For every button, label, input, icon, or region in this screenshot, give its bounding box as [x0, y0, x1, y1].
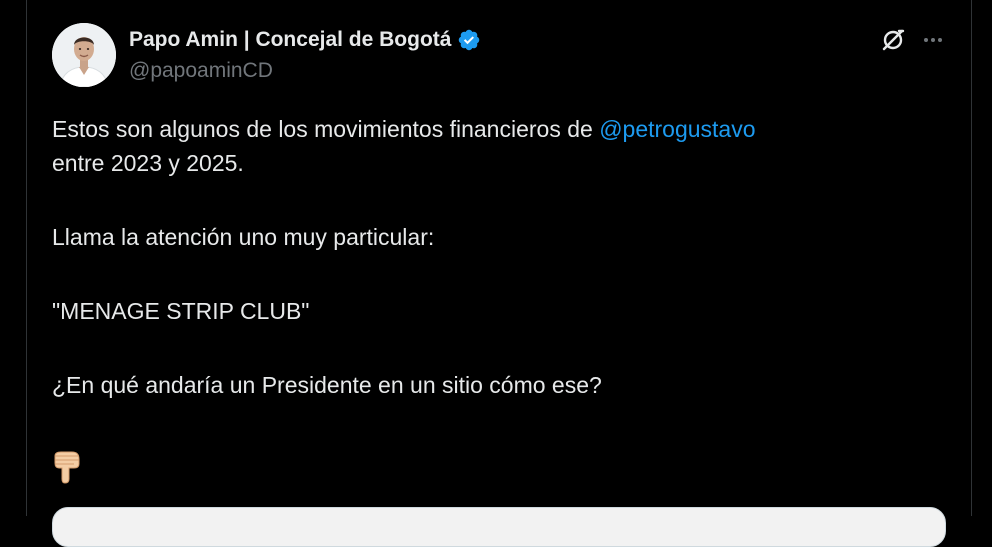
- mention-link[interactable]: @petrogustavo: [599, 116, 755, 142]
- more-options-icon[interactable]: [920, 27, 946, 53]
- text-line-2: entre 2023 y 2025.: [52, 150, 244, 176]
- profile-photo-icon: [52, 23, 116, 87]
- author-name-row[interactable]: Papo Amin | Concejal de Bogotá: [129, 27, 481, 53]
- tweet-paragraph-3: "MENAGE STRIP CLUB": [52, 298, 310, 324]
- tweet-paragraph-4: ¿En qué andaría un Presidente en un siti…: [52, 372, 602, 398]
- media-attachment[interactable]: [52, 507, 946, 547]
- verified-badge-icon[interactable]: [457, 28, 481, 52]
- tweet-text: Estos son algunos de los movimientos fin…: [52, 112, 942, 402]
- tweet-paragraph-1: Estos son algunos de los movimientos fin…: [52, 112, 942, 180]
- text-line-1: Estos son algunos de los movimientos fin…: [52, 116, 600, 142]
- tweet-card[interactable]: Papo Amin | Concejal de Bogotá @papoamin…: [26, 0, 972, 547]
- author-display-name[interactable]: Papo Amin | Concejal de Bogotá: [129, 27, 451, 53]
- tweet-paragraph-2: Llama la atención uno muy particular:: [52, 224, 435, 250]
- author-handle[interactable]: @papoaminCD: [129, 58, 273, 84]
- avatar[interactable]: [52, 23, 116, 87]
- pointing-down-emoji-icon: [54, 451, 80, 484]
- grok-icon[interactable]: [880, 27, 906, 53]
